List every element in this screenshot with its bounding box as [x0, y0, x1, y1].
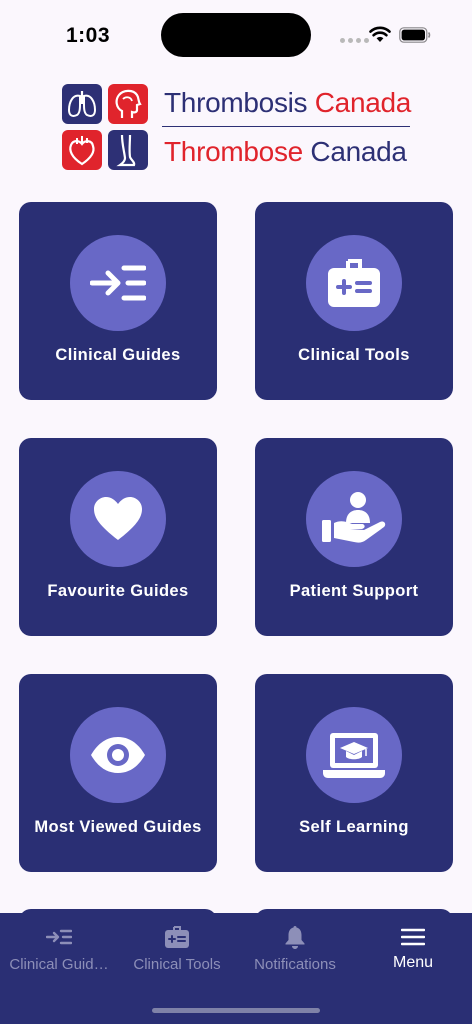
tile-icon-circle — [70, 707, 166, 803]
medical-kit-icon — [328, 259, 380, 307]
self-learning-tile[interactable]: Self Learning — [255, 674, 453, 872]
favourite-guides-tile[interactable]: Favourite Guides — [19, 438, 217, 636]
tab-label: Clinical Guid… — [9, 956, 109, 973]
tab-menu[interactable]: Menu — [354, 913, 472, 993]
clinical-tools-tile[interactable]: Clinical Tools — [255, 202, 453, 400]
wifi-icon — [369, 26, 391, 42]
eye-icon — [91, 737, 145, 773]
tab-notifications[interactable]: Notifications — [236, 913, 354, 993]
tile-label: Most Viewed Guides — [34, 818, 202, 836]
home-screen: 1:03 Thrombosis Canada Thrombose Canada … — [0, 0, 472, 1024]
cellular-signal-icon — [340, 38, 369, 43]
tile-label: Self Learning — [299, 818, 409, 836]
tab-label: Menu — [392, 954, 434, 971]
leg-icon — [108, 130, 148, 170]
status-bar: 1:03 — [0, 0, 472, 70]
logo-text-canada-fr: Canada — [302, 136, 407, 167]
clinical-guides-tile[interactable]: Clinical Guides — [19, 202, 217, 400]
arrow-list-icon — [44, 925, 74, 949]
tab-clinical-tools[interactable]: Clinical Tools — [118, 913, 236, 993]
medical-kit-icon — [162, 925, 192, 949]
tab-clinical-guides[interactable]: Clinical Guid… — [0, 913, 118, 993]
head-profile-icon — [108, 84, 148, 124]
logo-text-thrombose: Thrombose — [164, 136, 303, 167]
tile-icon-circle — [306, 707, 402, 803]
hamburger-menu-icon — [398, 925, 428, 949]
tile-icon-circle — [306, 235, 402, 331]
logo-tiles — [62, 84, 148, 172]
home-indicator[interactable] — [152, 1008, 320, 1013]
tab-label: Clinical Tools — [133, 956, 221, 973]
hand-person-icon — [322, 492, 386, 543]
patient-support-tile[interactable]: Patient Support — [255, 438, 453, 636]
battery-icon — [399, 27, 431, 43]
tab-label: Notifications — [254, 956, 336, 973]
logo-text-canada: Canada — [307, 87, 412, 118]
tile-label: Patient Support — [289, 582, 419, 600]
tile-icon-circle — [70, 235, 166, 331]
status-time: 1:03 — [66, 24, 111, 47]
bell-icon — [280, 925, 310, 949]
logo-text-french: Thrombose Canada — [164, 136, 407, 168]
logo-text-thrombosis: Thrombosis — [164, 87, 308, 118]
tile-label: Clinical Tools — [298, 346, 410, 364]
logo-text-english: Thrombosis Canada — [164, 87, 411, 119]
dynamic-island — [161, 13, 311, 57]
tile-icon-circle — [70, 471, 166, 567]
lungs-icon — [62, 84, 102, 124]
tile-icon-circle — [306, 471, 402, 567]
heart-organ-icon — [62, 130, 102, 170]
thrombosis-canada-logo: Thrombosis Canada Thrombose Canada — [62, 84, 412, 172]
tile-label: Clinical Guides — [55, 346, 181, 364]
laptop-graduation-icon — [323, 733, 385, 778]
arrow-list-icon — [90, 265, 146, 301]
logo-divider — [162, 126, 410, 127]
heart-icon — [94, 497, 142, 540]
most-viewed-guides-tile[interactable]: Most Viewed Guides — [19, 674, 217, 872]
tile-label: Favourite Guides — [47, 582, 189, 600]
